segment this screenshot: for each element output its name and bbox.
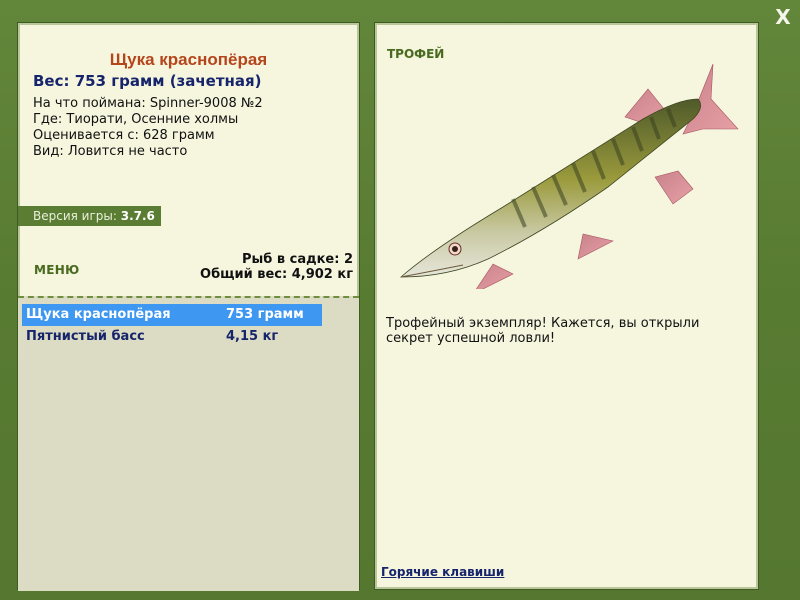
fish-weight: Вес: 753 грамм (зачетная) [33,72,262,90]
catch-location: Где: Тиорати, Осенние холмы [33,112,239,127]
catch-list: Щука краснопёрая 753 грамм Пятнистый бас… [18,296,359,591]
pike-fish-image [399,63,739,289]
version-label: Версия игры: [33,209,121,223]
fish-rarity: Вид: Ловится не часто [33,144,188,159]
close-icon: X [775,5,791,29]
list-item-weight: 753 грамм [226,307,304,322]
menu-button[interactable]: МЕНЮ [34,263,79,277]
trophy-description: Трофейный экземпляр! Кажется, вы открыли… [386,316,700,346]
close-button[interactable]: X [772,6,794,28]
version-value: 3.7.6 [120,209,155,223]
list-item[interactable]: Пятнистый басс 4,15 кг [22,326,322,348]
list-item-name: Щука краснопёрая [26,307,171,322]
fish-title: Щука краснопёрая [109,50,268,69]
fish-count: Рыб в садке: 2 [241,252,353,267]
total-weight: Общий вес: 4,902 кг [200,267,353,282]
rated-from: Оценивается с: 628 грамм [33,128,215,143]
version-badge: Версия игры: 3.7.6 [18,206,161,226]
catch-info-panel: Щука краснопёрая Вес: 753 грамм (зачетна… [17,22,360,591]
keepnet-stats: Рыб в садке: 2 Общий вес: 4,902 кг [200,252,353,282]
list-item[interactable]: Щука краснопёрая 753 грамм [22,304,322,326]
trophy-panel: ТРОФЕЙ Трофейный экземпляр! Кажется, вы … [374,22,759,590]
caught-with: На что поймана: Spinner-9008 №2 [33,96,263,111]
list-item-weight: 4,15 кг [226,329,279,344]
hotkeys-link[interactable]: Горячие клавиши [381,565,504,579]
list-item-name: Пятнистый басс [26,329,145,344]
